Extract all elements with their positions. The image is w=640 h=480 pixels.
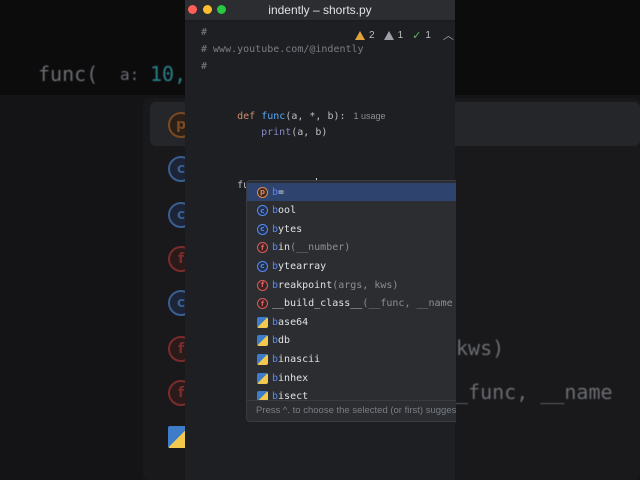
python-module-icon (257, 335, 268, 347)
background-build-text: _func, __name (456, 380, 613, 404)
background-hint-text: a: (120, 65, 140, 84)
warning-count: 2 (369, 29, 375, 41)
background-num-text: 10, (150, 62, 187, 86)
completion-item-label: b= (272, 186, 285, 198)
background-kws-text: kws) (456, 336, 505, 360)
completion-item-label: bytes (272, 223, 303, 235)
completion-item[interactable]: c bytearray (247, 257, 456, 275)
completion-item-detail: (__func, __name (362, 298, 453, 310)
completion-item[interactable]: f bin (__number) (247, 239, 456, 257)
usage-hint[interactable]: 1 usage (354, 111, 386, 121)
completion-item[interactable]: base64 (247, 313, 456, 331)
inspection-widget[interactable]: 2 1 ✓ 1 ︿ ﹀ (355, 27, 455, 43)
completion-item-label: __build_class__ (272, 298, 363, 310)
warning-icon (355, 30, 365, 40)
title-bar: indently – shorts.py (185, 0, 455, 21)
completion-item-label: base64 (272, 316, 309, 328)
parameter-icon: p (257, 186, 268, 198)
python-module-icon (257, 353, 268, 365)
class-icon: c (257, 260, 268, 272)
function-icon: f (257, 242, 268, 254)
completion-item-label: bool (272, 205, 297, 217)
code-line-print: print(a, b) (225, 112, 327, 154)
completion-footer-hint: Press ^. to choose the selected (or firs… (247, 400, 456, 421)
function-icon: f (257, 298, 268, 310)
window-title: indently – shorts.py (268, 3, 372, 17)
completion-item-label: bin (272, 242, 291, 254)
completion-item-label: binhex (272, 372, 309, 384)
background-func-text: func( (38, 62, 99, 86)
class-icon: c (257, 223, 268, 235)
weak-warning-count: 1 (397, 29, 404, 41)
completion-item-detail: (args, kws) (332, 279, 399, 291)
weak-warning-icon (383, 30, 394, 40)
python-module-icon (257, 316, 268, 328)
print-function: print (261, 127, 292, 138)
completion-item-detail: (__number) (290, 242, 351, 254)
completion-item-label: bdb (272, 335, 291, 347)
function-icon: f (257, 279, 268, 291)
completion-item[interactable]: c bytes (247, 220, 456, 238)
completion-item[interactable]: f breakpoint (args, kws) (247, 276, 456, 294)
previous-problem-icon[interactable]: ︿ (443, 27, 454, 43)
code-line-comment-2: # www.youtube.com/@indently (201, 44, 364, 55)
python-module-icon (257, 372, 268, 384)
completion-item[interactable]: p b= (247, 183, 456, 201)
class-icon: c (257, 205, 268, 217)
completion-item[interactable]: f __build_class__ (__func, __name (247, 295, 456, 313)
completion-popup: p b= c bool c bytes f bin (__number) c bytearray f b… (246, 180, 456, 422)
completion-item-label: breakpoint (272, 279, 333, 291)
print-args: (a, b) (291, 127, 328, 138)
completion-item[interactable]: c bool (247, 202, 456, 220)
typo-check-icon: ✓ (412, 29, 422, 42)
completion-item-label: bytearray (272, 260, 327, 272)
code-line-comment-3: # (201, 61, 208, 72)
code-line-comment-1: # (201, 27, 208, 38)
completion-item[interactable]: binascii (247, 350, 456, 368)
completion-item-label: binascii (272, 353, 321, 365)
completion-item[interactable]: binhex (247, 369, 456, 387)
completion-item[interactable]: bdb (247, 332, 456, 350)
typo-count: 1 (425, 29, 431, 41)
